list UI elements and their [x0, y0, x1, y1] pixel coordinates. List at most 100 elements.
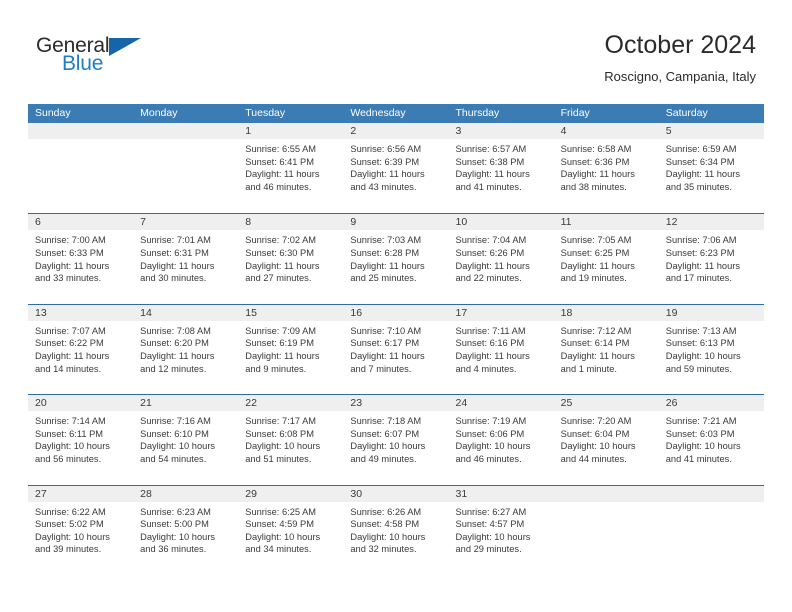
- day-number: 10: [455, 216, 468, 229]
- title-block: October 2024 Roscigno, Campania, Italy: [604, 30, 756, 87]
- daylight-text-line2: and 7 minutes.: [350, 363, 412, 374]
- day-cell[interactable]: 21 Sunrise: 7:16 AM Sunset: 6:10 PM Dayligh…: [133, 395, 239, 484]
- calendar-weeks: 1 Sunrise: 6:55 AM Sunset: 6:41 PM Daylight…: [28, 123, 764, 575]
- daylight-text-line2: and 46 minutes.: [245, 181, 312, 192]
- sunrise-text: Sunrise: 7:04 AM: [455, 235, 527, 246]
- daylight-text-line1: Daylight: 11 hours: [560, 169, 635, 180]
- day-details: Sunrise: 6:59 AM Sunset: 6:34 PM Daylight:…: [659, 139, 764, 193]
- sunrise-text: Sunrise: 6:23 AM: [140, 506, 211, 517]
- day-number-band: 31: [448, 485, 554, 502]
- day-cell[interactable]: 20 Sunrise: 7:14 AM Sunset: 6:11 PM Dayligh…: [28, 395, 134, 484]
- day-number: 21: [140, 397, 152, 410]
- day-cell[interactable]: 15 Sunrise: 7:09 AM Sunset: 6:19 PM Dayligh…: [238, 304, 344, 394]
- day-details: Sunrise: 7:18 AM Sunset: 6:07 PM Daylight:…: [343, 411, 448, 465]
- daylight-text-line1: Daylight: 11 hours: [140, 350, 215, 361]
- sunset-text: Sunset: 6:41 PM: [245, 156, 314, 167]
- day-cell[interactable]: 22 Sunrise: 7:17 AM Sunset: 6:08 PM Dayligh…: [238, 395, 344, 484]
- daylight-text-line1: Daylight: 11 hours: [665, 169, 740, 180]
- day-number-band: 2: [343, 123, 449, 139]
- sunset-text: Sunset: 6:08 PM: [245, 428, 314, 439]
- day-cell-empty: [133, 123, 239, 212]
- day-details: Sunrise: 6:57 AM Sunset: 6:38 PM Daylight:…: [449, 139, 554, 193]
- day-cell[interactable]: 11 Sunrise: 7:05 AM Sunset: 6:25 PM Dayligh…: [553, 214, 659, 304]
- location-subtitle: Roscigno, Campania, Italy: [604, 69, 756, 84]
- sunrise-text: Sunrise: 6:55 AM: [245, 144, 317, 154]
- day-details: Sunrise: 7:13 AM Sunset: 6:13 PM Daylight:…: [659, 321, 764, 375]
- day-cell[interactable]: 31 Sunrise: 6:27 AM Sunset: 4:57 PM Dayligh…: [448, 485, 554, 575]
- day-cell[interactable]: 27 Sunrise: 6:22 AM Sunset: 5:02 PM Dayligh…: [28, 485, 134, 575]
- day-details: Sunrise: 7:12 AM Sunset: 6:14 PM Daylight:…: [554, 321, 659, 375]
- day-cell[interactable]: 24 Sunrise: 7:19 AM Sunset: 6:06 PM Dayligh…: [448, 395, 554, 484]
- sunrise-text: Sunrise: 7:17 AM: [245, 416, 317, 427]
- day-details: Sunrise: 7:06 AM Sunset: 6:23 PM Daylight:…: [659, 230, 764, 284]
- sunset-text: Sunset: 6:19 PM: [245, 338, 314, 349]
- day-cell[interactable]: 19 Sunrise: 7:13 AM Sunset: 6:13 PM Dayligh…: [658, 304, 764, 394]
- day-cell[interactable]: 8 Sunrise: 7:02 AM Sunset: 6:30 PM Daylight…: [238, 214, 344, 304]
- day-number-band: 30: [343, 485, 449, 502]
- day-cell[interactable]: 23 Sunrise: 7:18 AM Sunset: 6:07 PM Dayligh…: [343, 395, 449, 484]
- day-number-band: 29: [238, 485, 344, 502]
- sunset-text: Sunset: 4:59 PM: [245, 519, 314, 530]
- sunset-text: Sunset: 6:31 PM: [140, 247, 209, 258]
- day-cell[interactable]: 30 Sunrise: 6:26 AM Sunset: 4:58 PM Dayligh…: [343, 485, 449, 575]
- day-number-band: 1: [238, 123, 344, 139]
- sunset-text: Sunset: 6:25 PM: [560, 247, 630, 258]
- day-cell[interactable]: 7 Sunrise: 7:01 AM Sunset: 6:31 PM Daylight…: [133, 214, 239, 304]
- day-number: 23: [350, 397, 363, 410]
- sunset-text: Sunset: 6:34 PM: [665, 156, 735, 167]
- day-cell[interactable]: 5 Sunrise: 6:59 AM Sunset: 6:34 PM Daylight…: [658, 123, 764, 212]
- day-cell[interactable]: 16 Sunrise: 7:10 AM Sunset: 6:17 PM Dayligh…: [343, 304, 449, 394]
- day-cell[interactable]: 6 Sunrise: 7:00 AM Sunset: 6:33 PM Daylight…: [28, 214, 134, 304]
- day-details: Sunrise: 7:19 AM Sunset: 6:06 PM Daylight:…: [449, 411, 554, 465]
- day-cell[interactable]: 13 Sunrise: 7:07 AM Sunset: 6:22 PM Dayligh…: [28, 304, 134, 394]
- sunset-text: Sunset: 6:10 PM: [140, 428, 209, 439]
- day-cell[interactable]: 18 Sunrise: 7:12 AM Sunset: 6:14 PM Dayligh…: [553, 304, 659, 394]
- day-number: 30: [350, 487, 363, 500]
- weekday-header-monday: Monday: [140, 107, 178, 119]
- day-cell[interactable]: 17 Sunrise: 7:11 AM Sunset: 6:16 PM Dayligh…: [448, 304, 554, 394]
- day-cell[interactable]: 4 Sunrise: 6:58 AM Sunset: 6:36 PM Daylight…: [553, 123, 659, 212]
- day-cell[interactable]: 26 Sunrise: 7:21 AM Sunset: 6:03 PM Dayligh…: [658, 395, 764, 484]
- day-details: Sunrise: 6:27 AM Sunset: 4:57 PM Daylight:…: [449, 502, 554, 556]
- day-cell[interactable]: 2 Sunrise: 6:56 AM Sunset: 6:39 PM Daylight…: [343, 123, 449, 212]
- day-number: 12: [665, 216, 678, 229]
- daylight-text-line2: and 19 minutes.: [560, 273, 627, 284]
- day-cell[interactable]: 14 Sunrise: 7:08 AM Sunset: 6:20 PM Dayligh…: [133, 304, 239, 394]
- day-cell[interactable]: 28 Sunrise: 6:23 AM Sunset: 5:00 PM Dayligh…: [133, 485, 239, 575]
- sunrise-text: Sunrise: 6:26 AM: [350, 506, 422, 517]
- sunrise-text: Sunrise: 6:22 AM: [35, 506, 106, 517]
- day-cell[interactable]: 3 Sunrise: 6:57 AM Sunset: 6:38 PM Daylight…: [448, 123, 554, 212]
- day-number-band: 15: [238, 304, 344, 321]
- daylight-text-line1: Daylight: 10 hours: [350, 531, 426, 542]
- daylight-text-line2: and 43 minutes.: [350, 181, 417, 192]
- calendar-week-row: 6 Sunrise: 7:00 AM Sunset: 6:33 PM Daylight…: [28, 213, 764, 304]
- day-details: Sunrise: 7:04 AM Sunset: 6:26 PM Daylight:…: [449, 230, 554, 284]
- day-number-band: 11: [553, 214, 659, 231]
- sunset-text: Sunset: 6:20 PM: [140, 338, 209, 349]
- daylight-text-line1: Daylight: 10 hours: [35, 441, 110, 452]
- sunrise-text: Sunrise: 7:12 AM: [560, 325, 632, 336]
- day-number: 26: [665, 397, 678, 410]
- sunset-text: Sunset: 6:30 PM: [245, 247, 314, 258]
- day-cell[interactable]: 10 Sunrise: 7:04 AM Sunset: 6:26 PM Dayligh…: [448, 214, 554, 304]
- daylight-text-line1: Daylight: 11 hours: [665, 260, 740, 271]
- sunset-text: Sunset: 5:00 PM: [140, 519, 209, 530]
- general-blue-logo[interactable]: General Blue: [36, 34, 216, 84]
- day-cell[interactable]: 9 Sunrise: 7:03 AM Sunset: 6:28 PM Daylight…: [343, 214, 449, 304]
- day-details: Sunrise: 6:58 AM Sunset: 6:36 PM Daylight:…: [554, 139, 659, 193]
- sunset-text: Sunset: 6:23 PM: [665, 247, 735, 258]
- daylight-text-line2: and 39 minutes.: [35, 544, 102, 555]
- day-cell[interactable]: 25 Sunrise: 7:20 AM Sunset: 6:04 PM Dayligh…: [553, 395, 659, 484]
- day-number-band: 19: [658, 304, 764, 321]
- day-cell[interactable]: 12 Sunrise: 7:06 AM Sunset: 6:23 PM Dayligh…: [658, 214, 764, 304]
- day-number-band: [28, 123, 134, 139]
- daylight-text-line2: and 38 minutes.: [560, 181, 627, 192]
- day-details: Sunrise: 7:20 AM Sunset: 6:04 PM Daylight:…: [554, 411, 659, 465]
- daylight-text-line2: and 30 minutes.: [140, 273, 207, 284]
- day-cell[interactable]: 1 Sunrise: 6:55 AM Sunset: 6:41 PM Daylight…: [238, 123, 344, 212]
- daylight-text-line1: Daylight: 11 hours: [350, 260, 425, 271]
- day-number: 22: [245, 397, 257, 410]
- day-cell[interactable]: 29 Sunrise: 6:25 AM Sunset: 4:59 PM Dayligh…: [238, 485, 344, 575]
- daylight-text-line2: and 46 minutes.: [455, 453, 522, 464]
- day-number-band: 23: [343, 395, 449, 412]
